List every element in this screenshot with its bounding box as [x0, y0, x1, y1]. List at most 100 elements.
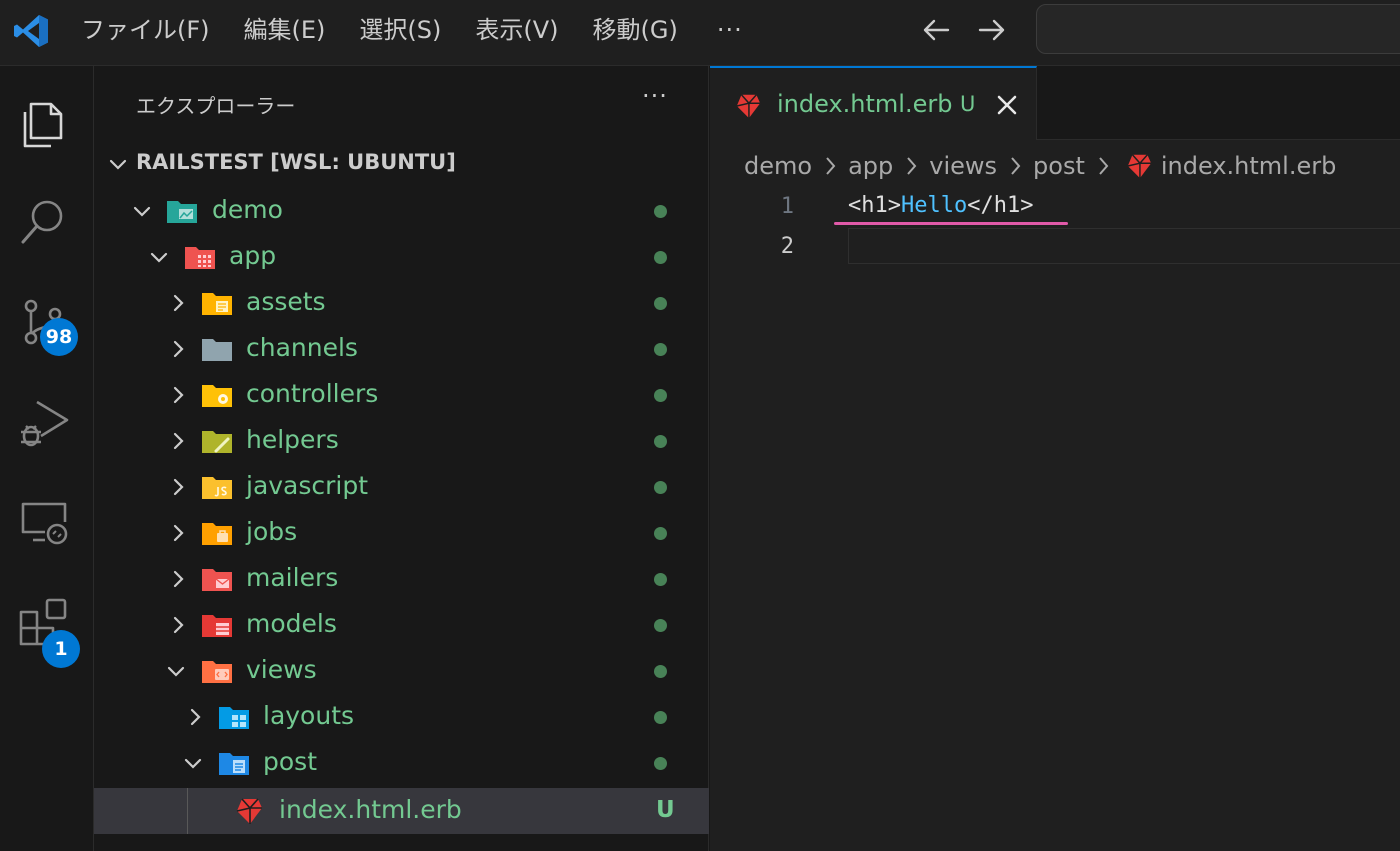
folder-demo-icon: [167, 201, 197, 223]
folder-layouts-icon: [219, 707, 249, 729]
activity-extensions[interactable]: 1: [0, 574, 94, 668]
back-arrow-icon[interactable]: [916, 12, 956, 48]
chevron-right-icon: [173, 386, 184, 404]
git-status-dot: [654, 343, 667, 356]
tree-label: layouts: [263, 701, 355, 730]
menu-file[interactable]: ファイル(F): [64, 0, 227, 60]
menu-view[interactable]: 表示(V): [458, 0, 575, 60]
git-status-dot: [654, 665, 667, 678]
tree-item-javascript[interactable]: javascript: [94, 464, 709, 510]
activity-run-debug[interactable]: [0, 374, 94, 464]
tree-item-app[interactable]: app: [94, 234, 709, 280]
indent-guide: [187, 788, 188, 834]
tab-index-html-erb[interactable]: index.html.erb U: [710, 66, 1037, 140]
erb-file-icon: [1127, 154, 1152, 179]
folder-controllers-icon: [202, 385, 232, 407]
chevron-down-icon: [184, 758, 202, 769]
chevron-right-icon: [173, 570, 184, 588]
tree-item-views[interactable]: views: [94, 648, 709, 694]
tree-item-controllers[interactable]: controllers: [94, 372, 709, 418]
tree-label: controllers: [246, 379, 379, 408]
tree-item-assets[interactable]: assets: [94, 280, 709, 326]
breadcrumb-demo[interactable]: demo: [744, 152, 812, 180]
git-status-dot: [654, 757, 667, 770]
breadcrumb: demo app views post index.html.erb: [744, 148, 1336, 184]
folder-post-icon: [219, 753, 249, 775]
tree-item-post[interactable]: post: [94, 740, 709, 786]
tree-label: post: [263, 747, 317, 776]
title-bar: ファイル(F) 編集(E) 選択(S) 表示(V) 移動(G) ···: [0, 0, 1400, 66]
command-center-search[interactable]: [1036, 4, 1400, 54]
erb-file-icon: [236, 798, 262, 824]
tree-item-models[interactable]: models: [94, 602, 709, 648]
folder-helpers-icon: [202, 431, 232, 453]
tree-label: javascript: [246, 471, 369, 500]
tree-item-helpers[interactable]: helpers: [94, 418, 709, 464]
activity-source-control[interactable]: 98: [0, 274, 94, 364]
code-line: 1 <h1>Hello</h1>: [710, 186, 1400, 226]
breadcrumb-app[interactable]: app: [848, 152, 893, 180]
git-status-dot: [654, 435, 667, 448]
activity-bar: 98 1: [0, 66, 94, 851]
git-status-dot: [654, 573, 667, 586]
vscode-logo-icon: [14, 15, 48, 47]
remote-explorer-icon: [21, 502, 68, 545]
activity-search[interactable]: [0, 174, 94, 264]
chevron-right-icon: [173, 524, 184, 542]
diagnostic-squiggle: [834, 222, 1068, 225]
tree-label: jobs: [246, 517, 298, 546]
search-icon: [21, 200, 63, 244]
chevron-right-icon: [173, 294, 184, 312]
tree-label: views: [246, 655, 317, 684]
tree-label: models: [246, 609, 337, 638]
source-control-badge: 98: [40, 318, 78, 356]
chevron-right-icon: [173, 478, 184, 496]
chevron-right-icon: [173, 340, 184, 358]
breadcrumb-post[interactable]: post: [1033, 152, 1085, 180]
breadcrumb-views[interactable]: views: [929, 152, 997, 180]
tree-item-index-html-erb[interactable]: index.html.erb U: [94, 788, 709, 834]
forward-arrow-icon[interactable]: [972, 12, 1012, 48]
chevron-right-icon: [1099, 157, 1109, 175]
folder-javascript-icon: [202, 477, 232, 499]
close-icon[interactable]: [994, 92, 1020, 118]
git-status-dot: [654, 481, 667, 494]
activity-remote-explorer[interactable]: [0, 474, 94, 564]
tree-item-demo[interactable]: demo: [94, 188, 709, 234]
git-status-dot: [654, 297, 667, 310]
folder-models-icon: [202, 615, 232, 637]
tree-item-mailers[interactable]: mailers: [94, 556, 709, 602]
tree-item-channels[interactable]: channels: [94, 326, 709, 372]
chevron-down-icon: [109, 159, 127, 170]
git-status-dot: [654, 619, 667, 632]
breadcrumb-file[interactable]: index.html.erb: [1161, 152, 1336, 180]
chevron-right-icon: [1011, 157, 1021, 175]
code-close-tag: </h1>: [967, 193, 1034, 218]
erb-file-icon: [736, 94, 761, 119]
extensions-badge: 1: [42, 630, 80, 668]
git-status-dot: [654, 527, 667, 540]
line-number: 1: [780, 194, 794, 219]
chevron-down-icon: [133, 206, 151, 217]
workspace-root[interactable]: RAILSTEST [WSL: UBUNTU]: [94, 142, 709, 186]
folder-channels-icon: [202, 339, 232, 361]
tree-item-layouts[interactable]: layouts: [94, 694, 709, 740]
chevron-right-icon: [826, 157, 836, 175]
menu-edit[interactable]: 編集(E): [227, 0, 343, 60]
editor-area: index.html.erb U demo app views post ind…: [710, 66, 1400, 851]
tree-label: assets: [246, 287, 326, 316]
explorer-more-button[interactable]: ···: [642, 82, 668, 110]
activity-explorer[interactable]: [0, 74, 94, 164]
tree-item-jobs[interactable]: jobs: [94, 510, 709, 556]
chevron-down-icon: [167, 666, 185, 677]
workspace-root-label: RAILSTEST [WSL: UBUNTU]: [136, 150, 456, 174]
menu-selection[interactable]: 選択(S): [342, 0, 458, 60]
tree-label: channels: [246, 333, 358, 362]
tree-label: mailers: [246, 563, 339, 592]
menu-more-button[interactable]: ···: [695, 16, 765, 44]
git-status-dot: [654, 205, 667, 218]
tree-label: app: [229, 241, 277, 270]
code-line-active: 2: [710, 226, 1400, 266]
menu-go[interactable]: 移動(G): [576, 0, 695, 60]
line-number: 2: [780, 234, 794, 259]
